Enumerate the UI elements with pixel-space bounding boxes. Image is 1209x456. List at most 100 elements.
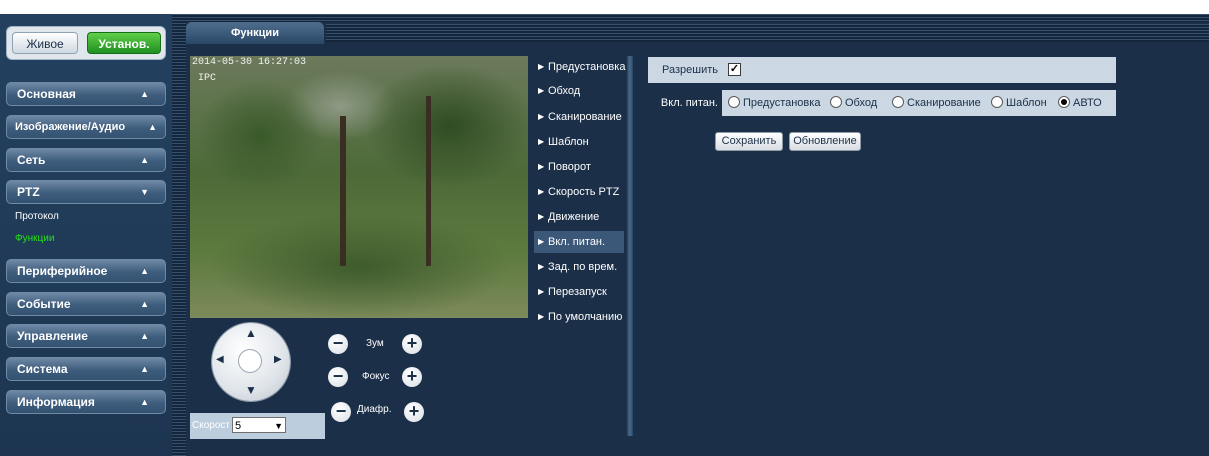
chevron-up-icon: ▲ (148, 122, 157, 132)
menu-network[interactable]: Сеть ▲ (6, 148, 166, 172)
chevron-up-icon: ▲ (140, 364, 149, 374)
enable-row: Разрешить ✓ (648, 57, 1116, 83)
function-label: Сканирование (548, 111, 622, 123)
menu-system[interactable]: Система ▲ (6, 357, 166, 381)
menu-label: Основная (17, 87, 76, 101)
speed-control: Скорост 5 ▼ (190, 413, 325, 439)
video-preview: 2014-05-30 16:27:03 IPC (190, 56, 528, 318)
submenu-functions[interactable]: Функции (15, 233, 54, 244)
radio-button[interactable] (830, 96, 842, 108)
menu-basic[interactable]: Основная ▲ (6, 82, 166, 106)
bullet-arrow-icon: ▶ (538, 62, 545, 71)
radio-label: Обход (845, 97, 878, 109)
function-item-preset[interactable]: ▶ Предустановка (534, 56, 625, 78)
menu-label: Событие (17, 297, 71, 311)
function-item-scan[interactable]: ▶ Сканирование (534, 106, 624, 128)
mode-switch: Живое Установ. (6, 26, 166, 60)
refresh-button[interactable]: Обновление (789, 132, 861, 151)
iris-plus-button[interactable]: + (404, 402, 424, 422)
menu-label: Система (17, 362, 68, 376)
bullet-arrow-icon: ▶ (538, 86, 545, 95)
speed-value: 5 (235, 420, 242, 432)
radio-option-tour[interactable]: Обход (830, 90, 877, 116)
focus-minus-button[interactable]: − (328, 367, 348, 387)
menu-event[interactable]: Событие ▲ (6, 292, 166, 316)
arrow-up-icon[interactable]: ▲ (245, 326, 257, 340)
menu-peripheral[interactable]: Периферийное ▲ (6, 259, 166, 283)
speed-select[interactable]: 5 ▼ (232, 417, 286, 433)
ptz-center-button[interactable] (239, 350, 261, 372)
bullet-arrow-icon: ▶ (538, 262, 545, 271)
header-stripes (172, 14, 1209, 22)
function-item-restart[interactable]: ▶ Перезапуск (534, 281, 624, 303)
tree-trunk (340, 116, 346, 266)
tab-bar-stripes (326, 24, 1209, 42)
menu-info[interactable]: Информация ▲ (6, 390, 166, 414)
function-label: Вкл. питан. (548, 236, 606, 248)
radio-button[interactable] (991, 96, 1003, 108)
menu-image-audio[interactable]: Изображение/Аудио ▲ (6, 115, 166, 139)
function-label: Шаблон (548, 136, 589, 148)
zoom-label: Зум (366, 338, 384, 349)
arrow-down-icon[interactable]: ▼ (245, 383, 257, 397)
arrow-left-icon[interactable]: ◀ (216, 354, 224, 365)
zoom-out-button[interactable]: − (328, 334, 348, 354)
zoom-in-button[interactable]: + (402, 334, 422, 354)
function-label: Обход (548, 85, 581, 97)
function-label: Зад. по врем. (548, 261, 618, 273)
radio-option-scan[interactable]: Сканирование (892, 90, 981, 116)
tab-functions[interactable]: Функции (186, 22, 324, 44)
function-item-idle-motion[interactable]: ▶ Зад. по врем. (534, 256, 624, 278)
function-item-motion[interactable]: ▶ Движение (534, 206, 624, 228)
function-item-pattern[interactable]: ▶ Шаблон (534, 131, 624, 153)
iris-label: Диафр. (357, 404, 392, 415)
menu-management[interactable]: Управление ▲ (6, 324, 166, 348)
menu-label: Изображение/Аудио (15, 121, 126, 133)
bullet-arrow-icon: ▶ (538, 212, 545, 221)
bullet-arrow-icon: ▶ (538, 237, 545, 246)
power-up-label: Вкл. питан. (648, 90, 722, 116)
bullet-arrow-icon: ▶ (538, 312, 545, 321)
bullet-arrow-icon: ▶ (538, 187, 545, 196)
save-button[interactable]: Сохранить (715, 132, 783, 151)
radio-option-pattern[interactable]: Шаблон (991, 90, 1047, 116)
bullet-arrow-icon: ▶ (538, 112, 545, 121)
chevron-down-icon: ▼ (274, 421, 283, 431)
function-item-tour[interactable]: ▶ Обход (534, 80, 624, 102)
radio-button-selected[interactable] (1058, 96, 1070, 108)
radio-label: Сканирование (907, 97, 981, 109)
function-item-ptz-speed[interactable]: ▶ Скорость PTZ (534, 181, 624, 203)
menu-label: Периферийное (17, 264, 108, 278)
function-label: Поворот (548, 161, 591, 173)
radio-button[interactable] (728, 96, 740, 108)
menu-label: Управление (17, 329, 88, 343)
radio-option-preset[interactable]: Предустановка (728, 90, 820, 116)
radio-button[interactable] (892, 96, 904, 108)
radio-option-auto[interactable]: АВТО (1058, 90, 1102, 116)
speed-label: Скорост (192, 420, 230, 431)
focus-plus-button[interactable]: + (402, 367, 422, 387)
radio-label: АВТО (1073, 97, 1102, 109)
live-button[interactable]: Живое (12, 32, 78, 54)
menu-label: Информация (17, 395, 95, 409)
chevron-up-icon: ▲ (140, 299, 149, 309)
panel-divider (627, 56, 633, 436)
enable-checkbox[interactable]: ✓ (728, 63, 741, 76)
chevron-up-icon: ▲ (140, 397, 149, 407)
function-label: Скорость PTZ (548, 186, 620, 198)
function-item-default[interactable]: ▶ По умолчанию (534, 306, 624, 328)
submenu-protocol[interactable]: Протокол (15, 211, 59, 222)
power-up-row: Вкл. питан. Предустановка Обход Сканиров… (648, 90, 1116, 116)
tree-trunk (426, 96, 431, 266)
menu-ptz[interactable]: PTZ ▼ (6, 180, 166, 204)
ptz-direction-pad[interactable]: ▲ ▼ ◀ ▶ (212, 323, 290, 401)
iris-minus-button[interactable]: − (331, 402, 351, 422)
function-item-power-up[interactable]: ▶ Вкл. питан. (534, 231, 624, 253)
function-label: Перезапуск (548, 286, 607, 298)
video-timestamp: 2014-05-30 16:27:03 (192, 57, 307, 68)
function-item-pan[interactable]: ▶ Поворот (534, 156, 624, 178)
arrow-right-icon[interactable]: ▶ (274, 354, 282, 365)
chevron-down-icon: ▼ (140, 187, 149, 197)
setup-button[interactable]: Установ. (87, 32, 161, 54)
focus-label: Фокус (362, 371, 390, 382)
